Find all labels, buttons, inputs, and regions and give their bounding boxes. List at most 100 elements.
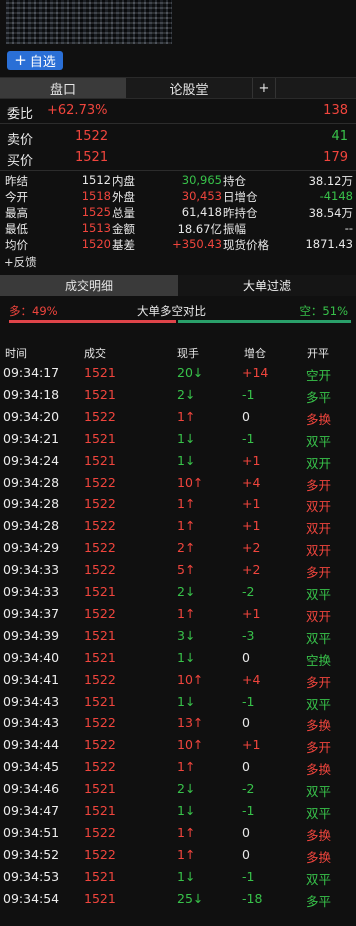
trade-time: 09:34:20 [3,408,60,424]
trade-price: 1522 [84,518,116,534]
stat-label: 均价 [5,238,28,252]
table-row: 09:34:41 1522 10↑ +4 多开 [0,669,356,691]
trade-open-close: 多换 [306,849,332,865]
stat-value: 1520 [81,237,111,251]
trade-volume: 2↑ [177,540,196,556]
trade-price: 1521 [84,365,116,380]
table-row: 09:34:28 1522 1↑ +1 双开 [0,493,356,515]
table-row: 09:34:28 1522 10↑ +4 多开 [0,472,356,494]
add-tab-icon[interactable]: + [252,78,276,98]
col-oi-change: 增仓 [244,347,266,360]
trade-volume: 1↓ [177,803,196,818]
stat-label: 日增仓 [223,190,258,204]
stat-value: -4148 [319,189,353,203]
trade-time: 09:34:43 [3,715,60,731]
stat-label: 振幅 [223,222,246,236]
table-row: 09:34:28 1522 1↑ +1 双开 [0,515,356,537]
trade-oi-change: +14 [242,365,269,380]
table-row: 09:34:45 1522 1↑ 0 多换 [0,756,356,778]
trade-time: 09:34:41 [3,671,60,687]
trade-time: 09:34:53 [3,868,60,884]
feedback-link[interactable]: +反馈 [4,254,37,270]
trade-price: 1522 [84,824,116,840]
divider [0,170,356,171]
tab-forum[interactable]: 论股堂 [126,78,252,98]
stat-value: 1518 [81,189,111,203]
trade-oi-change: -2 [242,584,255,599]
table-row: 09:34:44 1522 10↑ +1 多开 [0,734,356,756]
stat-label: 基差 [112,238,135,252]
buy-price: 1521 [75,150,109,165]
table-row: 09:34:51 1522 1↑ 0 多换 [0,822,356,844]
trade-price: 1521 [84,452,116,468]
trade-volume: 2↓ [177,781,196,797]
long-short-ratio: 多：49% 大单多空对比 空：51% [0,301,356,325]
weibi-label: 委比 [7,107,34,122]
trade-price: 1521 [84,868,116,884]
trade-oi-change: +4 [242,474,261,490]
trade-volume: 10↑ [177,671,204,687]
table-row: 09:34:24 1521 1↓ +1 双开 [0,450,356,472]
trade-time: 09:34:17 [3,365,60,380]
trade-oi-change: 0 [242,824,250,840]
weibi-row: 委比 +62.73% 138 [0,101,356,122]
trade-open-close: 空换 [306,652,332,668]
trade-price: 1521 [84,803,116,818]
trade-open-close: 双平 [306,871,332,887]
trade-volume: 25↓ [177,890,204,906]
stat-row: 最高 1525 总量 61,418 昨持仓 38.54万 [0,205,356,220]
trade-volume: 2↓ [177,386,196,402]
top-tabs: 盘口 论股堂 + [0,77,356,99]
trade-time: 09:34:21 [3,430,60,446]
trade-open-close: 多平 [306,893,332,909]
trade-open-close: 双开 [306,499,332,515]
trade-open-close: 双开 [306,543,332,559]
trade-price: 1521 [84,386,116,402]
trade-oi-change: 0 [242,846,250,862]
trade-open-close: 多开 [306,740,332,756]
weibi-value: +62.73% [47,103,108,118]
trade-price: 1522 [84,759,116,775]
trade-open-close: 双平 [306,696,332,712]
stat-label: 金额 [112,222,135,236]
stat-value: +350.43 [172,237,222,251]
stat-label: 总量 [112,206,135,220]
trade-time: 09:34:37 [3,605,60,621]
buy-label: 买价 [7,154,34,169]
trade-oi-change: -1 [242,803,255,818]
plus-icon: + [14,51,27,69]
trade-time: 09:34:47 [3,803,60,818]
stat-value: 1512 [81,173,111,187]
divider [0,123,356,124]
stat-value: 1525 [81,205,111,219]
stat-value: 18.67亿 [177,222,222,236]
trade-time: 09:34:24 [3,452,60,468]
trade-oi-change: -1 [242,430,255,446]
trade-oi-change: 0 [242,715,250,731]
trade-oi-change: 0 [242,408,250,424]
table-row: 09:34:18 1521 2↓ -1 多平 [0,384,356,406]
trade-open-close: 双平 [306,784,332,800]
table-row: 09:34:54 1521 25↓ -18 多平 [0,888,356,910]
col-volume: 现手 [177,347,199,360]
tab-large-order-filter[interactable]: 大单过滤 [178,275,356,296]
trade-volume: 1↓ [177,868,196,884]
stat-value: 1513 [81,221,111,235]
trade-oi-change: +2 [242,540,261,556]
tab-pankou[interactable]: 盘口 [0,78,126,98]
add-watchlist-button[interactable]: + 自选 [7,51,63,70]
trade-open-close: 多开 [306,477,332,493]
trade-volume: 1↑ [177,496,196,512]
trade-open-close: 多换 [306,411,332,427]
trade-oi-change: +1 [242,452,261,468]
stat-label: 外盘 [112,190,135,204]
trade-price: 1521 [84,649,116,665]
trade-open-close: 多换 [306,762,332,778]
table-row: 09:34:37 1522 1↑ +1 双开 [0,603,356,625]
trade-price: 1522 [84,474,116,490]
tab-trade-detail[interactable]: 成交明细 [0,275,178,296]
trade-price: 1522 [84,737,116,753]
trade-price: 1522 [84,715,116,731]
trade-price: 1521 [84,584,116,599]
trade-price: 1522 [84,408,116,424]
